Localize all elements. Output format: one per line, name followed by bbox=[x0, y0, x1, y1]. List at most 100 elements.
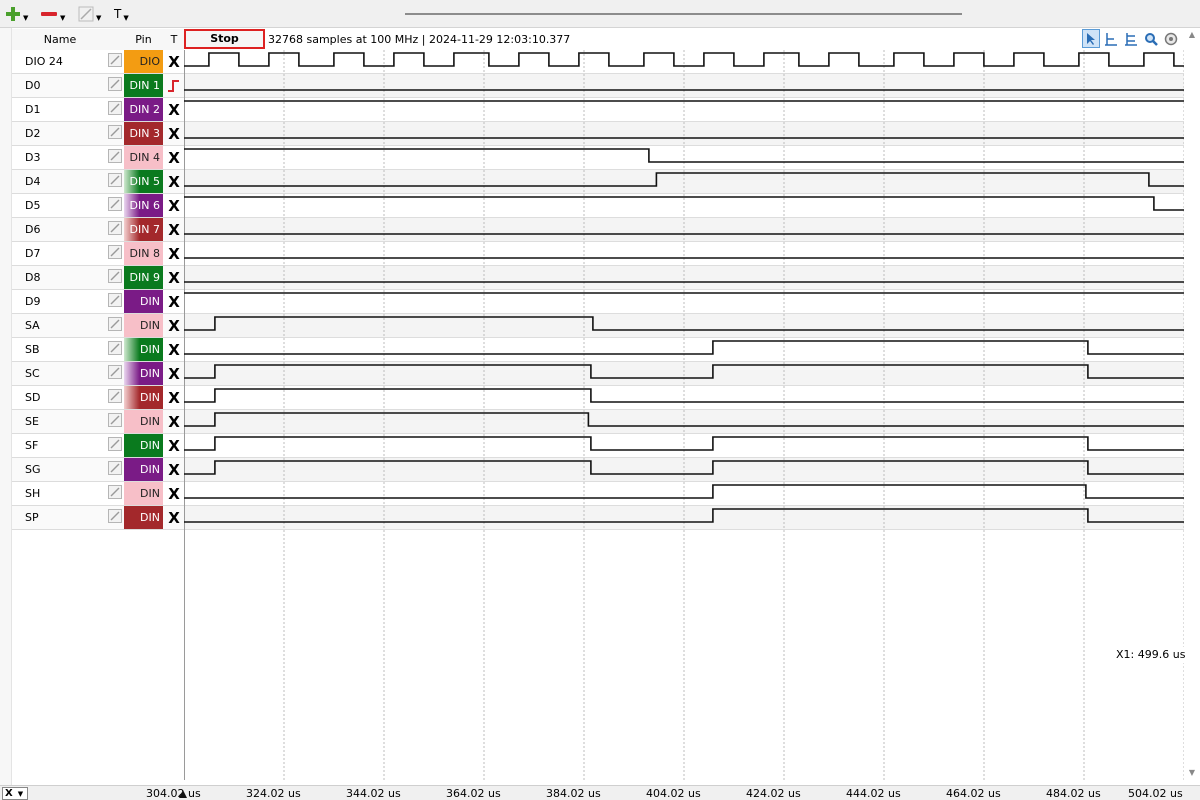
signal-row[interactable]: DIO 24DIO 24X bbox=[12, 50, 184, 91]
trigger-none-icon[interactable]: X bbox=[164, 362, 184, 385]
signal-row[interactable]: D7 DIN 8X bbox=[12, 242, 184, 266]
time-scroll-slider[interactable] bbox=[405, 13, 962, 15]
scroll-up-arrow[interactable]: ▲ bbox=[1184, 30, 1200, 44]
signal-pin[interactable]: DIN 8 bbox=[124, 242, 163, 265]
edit-signal-button[interactable]: ▼ bbox=[78, 4, 101, 24]
trigger-none-icon[interactable]: X bbox=[164, 314, 184, 337]
signal-pin[interactable]: DIN 13 bbox=[124, 338, 163, 379]
signal-pin[interactable]: DIN 15 bbox=[124, 386, 163, 427]
signal-row[interactable]: D9 DIN 10X bbox=[12, 290, 184, 331]
pencil-icon[interactable] bbox=[108, 317, 122, 331]
pencil-icon[interactable] bbox=[108, 77, 122, 91]
signal-row[interactable]: D3 DIN 4X bbox=[12, 146, 184, 170]
remove-signal-button[interactable]: ▼ bbox=[40, 4, 65, 24]
trigger-none-icon[interactable]: X bbox=[164, 194, 184, 217]
pencil-icon[interactable] bbox=[108, 101, 122, 115]
pencil-icon[interactable] bbox=[108, 389, 122, 403]
scroll-down-arrow[interactable]: ▼ bbox=[1184, 768, 1200, 780]
pencil-icon[interactable] bbox=[108, 245, 122, 259]
signal-pin[interactable]: DIN 5 bbox=[124, 170, 163, 193]
zoom-button[interactable] bbox=[1142, 29, 1160, 48]
trigger-none-icon[interactable]: X bbox=[164, 482, 184, 505]
pencil-icon[interactable] bbox=[108, 197, 122, 211]
signal-pin[interactable]: DIN 18 bbox=[124, 458, 163, 499]
signal-row[interactable]: SP DIN 19 X bbox=[12, 506, 184, 547]
pointer-tool-button[interactable] bbox=[1082, 29, 1100, 48]
pencil-icon[interactable] bbox=[108, 221, 122, 235]
trigger-none-icon[interactable]: X bbox=[164, 458, 184, 481]
pencil-icon[interactable] bbox=[108, 53, 122, 67]
signal-pin[interactable]: DIN 1 bbox=[124, 74, 163, 97]
settings-button[interactable] bbox=[1162, 29, 1180, 48]
signal-row[interactable]: SH DIN 20X bbox=[12, 482, 184, 523]
signal-row[interactable]: D2 DIN 3X bbox=[12, 122, 184, 146]
signal-pin[interactable]: DIN 6 bbox=[124, 194, 163, 217]
pencil-icon[interactable] bbox=[108, 149, 122, 163]
pencil-icon[interactable] bbox=[108, 461, 122, 475]
cursor-b-button[interactable] bbox=[1122, 29, 1140, 48]
signal-row[interactable]: SC DIN 14X bbox=[12, 362, 184, 403]
signal-pin[interactable]: DIO 24 bbox=[124, 50, 163, 91]
pencil-icon[interactable] bbox=[108, 509, 122, 523]
trigger-none-icon[interactable]: X bbox=[164, 98, 184, 121]
signal-row[interactable]: D6 DIN 7X bbox=[12, 218, 184, 242]
trigger-none-icon[interactable]: X bbox=[164, 338, 184, 361]
trigger-column-header[interactable]: T bbox=[164, 29, 184, 50]
name-column-header[interactable]: Name bbox=[12, 29, 108, 50]
text-button[interactable]: T ▼ bbox=[114, 4, 129, 24]
pencil-icon[interactable] bbox=[108, 341, 122, 355]
signal-pin[interactable]: DIN 16 bbox=[124, 410, 163, 451]
trigger-marker-icon[interactable] bbox=[178, 789, 188, 799]
trigger-none-icon[interactable]: X bbox=[164, 50, 184, 73]
signal-row[interactable]: D8 DIN 9X bbox=[12, 266, 184, 290]
pencil-icon[interactable] bbox=[108, 485, 122, 499]
trigger-none-icon[interactable]: X bbox=[164, 266, 184, 289]
trigger-none-icon[interactable]: X bbox=[164, 506, 184, 529]
signal-pin[interactable]: DIN 19 bbox=[124, 506, 163, 547]
trigger-none-icon[interactable]: X bbox=[164, 386, 184, 409]
pencil-icon[interactable] bbox=[108, 365, 122, 379]
signal-row[interactable]: SE DIN 16X bbox=[12, 410, 184, 451]
trigger-none-icon[interactable]: X bbox=[164, 290, 184, 313]
pencil-icon[interactable] bbox=[108, 125, 122, 139]
signal-row[interactable]: SA DIN 12X bbox=[12, 314, 184, 355]
cursor-a-button[interactable] bbox=[1102, 29, 1120, 48]
pencil-icon[interactable] bbox=[108, 293, 122, 307]
rising-edge-trigger-icon[interactable] bbox=[164, 74, 184, 97]
signal-pin[interactable]: DIN 3 bbox=[124, 122, 163, 145]
pencil-icon[interactable] bbox=[108, 437, 122, 451]
trigger-none-icon[interactable]: X bbox=[164, 410, 184, 433]
signal-pin[interactable]: DIN 12 bbox=[124, 314, 163, 355]
waveform-plot[interactable] bbox=[184, 50, 1184, 780]
time-tick-label: 484.02 us bbox=[1046, 787, 1101, 800]
signal-row[interactable]: SG DIN 18X bbox=[12, 458, 184, 499]
signal-pin[interactable]: DIN 2 bbox=[124, 98, 163, 121]
stop-button[interactable]: Stop bbox=[184, 29, 265, 49]
trigger-none-icon[interactable]: X bbox=[164, 218, 184, 241]
signal-row[interactable]: SD DIN 15X bbox=[12, 386, 184, 427]
signal-row[interactable]: D0 DIN 1 bbox=[12, 74, 184, 98]
pencil-icon[interactable] bbox=[108, 173, 122, 187]
cursor-select[interactable]: X ▼ bbox=[2, 787, 28, 800]
pin-column-header[interactable]: Pin bbox=[124, 29, 163, 50]
add-signal-button[interactable]: ▼ bbox=[5, 4, 28, 24]
signal-row[interactable]: SF DIN 17X bbox=[12, 434, 184, 475]
signal-pin[interactable]: DIN 7 bbox=[124, 218, 163, 241]
signal-row[interactable]: SB DIN 13X bbox=[12, 338, 184, 379]
trigger-none-icon[interactable]: X bbox=[164, 170, 184, 193]
trigger-none-icon[interactable]: X bbox=[164, 122, 184, 145]
signal-pin[interactable]: DIN 4 bbox=[124, 146, 163, 169]
pencil-icon[interactable] bbox=[108, 413, 122, 427]
signal-pin[interactable]: DIN 14 bbox=[124, 362, 163, 403]
signal-row[interactable]: D5 DIN 6X bbox=[12, 194, 184, 218]
signal-pin[interactable]: DIN 20 bbox=[124, 482, 163, 523]
signal-pin[interactable]: DIN 9 bbox=[124, 266, 163, 289]
trigger-none-icon[interactable]: X bbox=[164, 434, 184, 457]
signal-row[interactable]: D1 DIN 2X bbox=[12, 98, 184, 122]
trigger-none-icon[interactable]: X bbox=[164, 146, 184, 169]
pencil-icon[interactable] bbox=[108, 269, 122, 283]
signal-row[interactable]: D4 DIN 5X bbox=[12, 170, 184, 194]
signal-pin[interactable]: DIN 17 bbox=[124, 434, 163, 475]
signal-pin[interactable]: DIN 10 bbox=[124, 290, 163, 331]
trigger-none-icon[interactable]: X bbox=[164, 242, 184, 265]
